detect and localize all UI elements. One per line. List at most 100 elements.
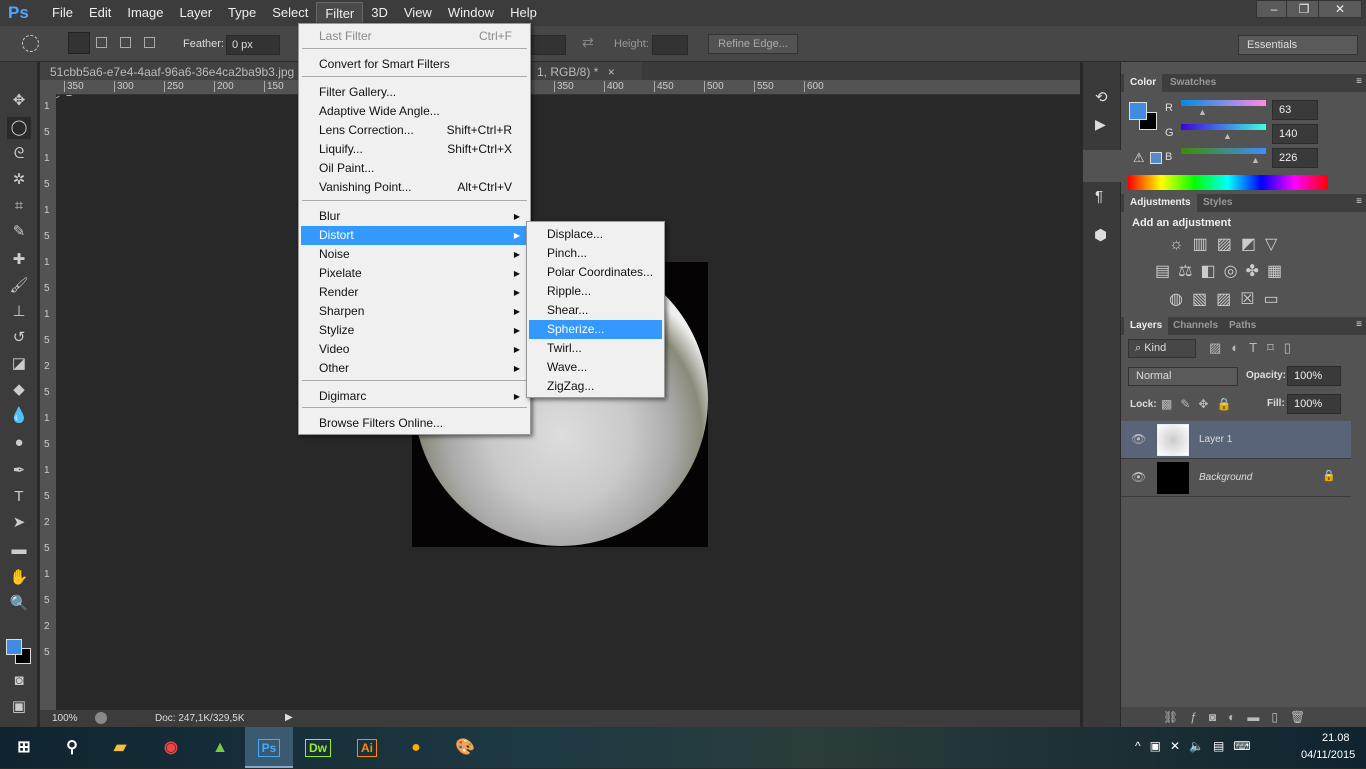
chrome-icon[interactable]: ◉	[147, 727, 195, 768]
menu-filter[interactable]: Filter	[316, 2, 364, 24]
layer-row-background[interactable]: 👁 Background 🔒	[1121, 459, 1351, 497]
b-input[interactable]: 226	[1272, 148, 1318, 168]
blur-tool-icon[interactable]: 💧	[7, 405, 31, 427]
web-safe-color-swatch[interactable]	[1150, 152, 1162, 164]
rectangle-tool-icon[interactable]: ▬	[7, 539, 31, 561]
system-tray-icons[interactable]: ^▣✕🔈▤⌨	[1135, 739, 1260, 753]
history-brush-icon[interactable]: ↺	[7, 327, 31, 349]
fl-studio-icon[interactable]: ●	[392, 727, 440, 768]
swap-icon[interactable]: ⇄	[582, 34, 594, 51]
app-green-icon[interactable]: ▲	[196, 727, 244, 768]
width-input[interactable]	[530, 35, 566, 55]
adjustment-icons-row-1[interactable]: ☼▥▨◩▽	[1169, 234, 1286, 254]
menu-help[interactable]: Help	[502, 2, 545, 24]
paint-icon[interactable]: 🎨	[441, 727, 489, 768]
magic-wand-icon[interactable]: ✲	[7, 169, 31, 191]
blend-mode-select[interactable]: Normal	[1128, 367, 1238, 386]
close-tab-icon[interactable]: ×	[608, 65, 615, 79]
height-input[interactable]	[652, 35, 688, 55]
search-icon[interactable]: ⚲	[48, 727, 96, 768]
menu-item-render[interactable]: Render ▶	[301, 283, 528, 302]
adjustment-icons-row-2[interactable]: ▤⚖◧◎✤▦	[1155, 261, 1290, 281]
foreground-color-swatch[interactable]	[1129, 102, 1147, 120]
3d-cube-icon[interactable]: ⬢	[1094, 226, 1107, 244]
menu-select[interactable]: Select	[264, 2, 316, 24]
menu-item-digimarc[interactable]: Digimarc ▶	[301, 387, 528, 406]
b-slider[interactable]	[1181, 148, 1266, 154]
submenu-item-spherize[interactable]: Spherize...	[529, 320, 662, 339]
tab-styles[interactable]: Styles	[1197, 194, 1238, 212]
subtract-selection-icon[interactable]	[120, 37, 131, 48]
menu-view[interactable]: View	[396, 2, 440, 24]
intersect-selection-icon[interactable]	[144, 37, 155, 48]
start-windows-icon[interactable]: ⊞	[0, 727, 48, 768]
menu-edit[interactable]: Edit	[81, 2, 119, 24]
menu-item-oil-paint[interactable]: Oil Paint...	[301, 159, 528, 178]
fill-input[interactable]: 100%	[1287, 394, 1341, 414]
new-selection-icon[interactable]	[68, 32, 90, 54]
menu-window[interactable]: Window	[440, 2, 502, 24]
tab-swatches[interactable]: Swatches	[1164, 74, 1222, 92]
g-input[interactable]: 140	[1272, 124, 1318, 144]
layer-name[interactable]: Layer 1	[1199, 434, 1232, 445]
submenu-item-wave[interactable]: Wave...	[529, 358, 662, 377]
panel-menu-icon[interactable]: ≡	[1356, 196, 1362, 207]
actions-play-icon[interactable]: ▶	[1095, 116, 1106, 133]
refine-edge-button[interactable]: Refine Edge...	[708, 34, 798, 54]
panel-menu-icon[interactable]: ≡	[1356, 319, 1362, 330]
healing-brush-icon[interactable]: ✚	[7, 249, 31, 271]
document-tab[interactable]: 51cbb5a6-e7e4-4aaf-96a6-36e4ca2ba9b3.jpg…	[40, 62, 300, 99]
menu-item-video[interactable]: Video ▶	[301, 340, 528, 359]
r-slider[interactable]	[1181, 100, 1266, 106]
elliptical-marquee-icon[interactable]	[22, 35, 39, 52]
visibility-eye-icon[interactable]: 👁	[1131, 432, 1146, 446]
visibility-eye-icon[interactable]: 👁	[1131, 470, 1146, 484]
panel-menu-icon[interactable]: ≡	[1356, 76, 1362, 87]
clock-date[interactable]: 04/11/2015	[1301, 749, 1355, 761]
tab-color[interactable]: Color	[1124, 74, 1163, 92]
status-icon[interactable]	[95, 712, 107, 724]
menu-3d[interactable]: 3D	[363, 2, 396, 24]
b-slider-thumb[interactable]: ▲	[1251, 155, 1260, 165]
foreground-color-swatch[interactable]	[6, 639, 22, 655]
restore-button[interactable]: ❐	[1286, 0, 1322, 18]
3d-panel-icon[interactable]	[1083, 150, 1121, 182]
tab-channels[interactable]: Channels	[1167, 317, 1224, 335]
submenu-item-zigzag[interactable]: ZigZag...	[529, 377, 662, 396]
menu-item-stylize[interactable]: Stylize ▶	[301, 321, 528, 340]
layer-kind-filter[interactable]: ⌕ Kind	[1128, 339, 1196, 358]
menu-item-last-filter[interactable]: Last Filter Ctrl+F	[301, 27, 528, 46]
pen-tool-icon[interactable]: ✒	[7, 460, 31, 482]
menu-item-sharpen[interactable]: Sharpen ▶	[301, 302, 528, 321]
menu-item-pixelate[interactable]: Pixelate ▶	[301, 264, 528, 283]
submenu-item-twirl[interactable]: Twirl...	[529, 339, 662, 358]
layer-name[interactable]: Background	[1199, 472, 1252, 483]
add-selection-icon[interactable]	[96, 37, 107, 48]
taskbar-dreamweaver[interactable]: Dw	[294, 727, 342, 768]
menu-type[interactable]: Type	[220, 2, 264, 24]
clone-stamp-icon[interactable]: ⊥	[7, 301, 31, 323]
zoom-level[interactable]: 100%	[52, 713, 78, 724]
document-tab-active[interactable]: 1, RGB/8) * ×	[530, 62, 642, 82]
eraser-icon[interactable]: ◪	[7, 353, 31, 375]
submenu-item-pinch[interactable]: Pinch...	[529, 244, 662, 263]
g-slider-thumb[interactable]: ▲	[1223, 131, 1232, 141]
layer-row-layer-1[interactable]: 👁 Layer 1	[1121, 421, 1351, 459]
tab-layers[interactable]: Layers	[1124, 317, 1169, 335]
menu-item-other[interactable]: Other ▶	[301, 359, 528, 378]
paragraph-icon[interactable]: ¶	[1095, 188, 1103, 205]
feather-input[interactable]: 0 px	[226, 35, 280, 55]
menu-image[interactable]: Image	[119, 2, 171, 24]
menu-item-distort[interactable]: Distort ▶	[301, 226, 528, 245]
layer-filter-icons[interactable]: ▨◐T⌑▯	[1209, 340, 1301, 356]
tab-adjustments[interactable]: Adjustments	[1124, 194, 1197, 212]
menu-item-vanishing-point[interactable]: Vanishing Point... Alt+Ctrl+V	[301, 178, 528, 197]
menu-item-blur[interactable]: Blur ▶	[301, 207, 528, 226]
submenu-item-ripple[interactable]: Ripple...	[529, 282, 662, 301]
gamut-warning-icon[interactable]: ⚠	[1133, 150, 1145, 166]
submenu-item-shear[interactable]: Shear...	[529, 301, 662, 320]
r-slider-thumb[interactable]: ▲	[1198, 107, 1207, 117]
type-tool-icon[interactable]: T	[7, 486, 31, 508]
submenu-item-displace[interactable]: Displace...	[529, 225, 662, 244]
menu-item-filter-gallery[interactable]: Filter Gallery...	[301, 83, 528, 102]
